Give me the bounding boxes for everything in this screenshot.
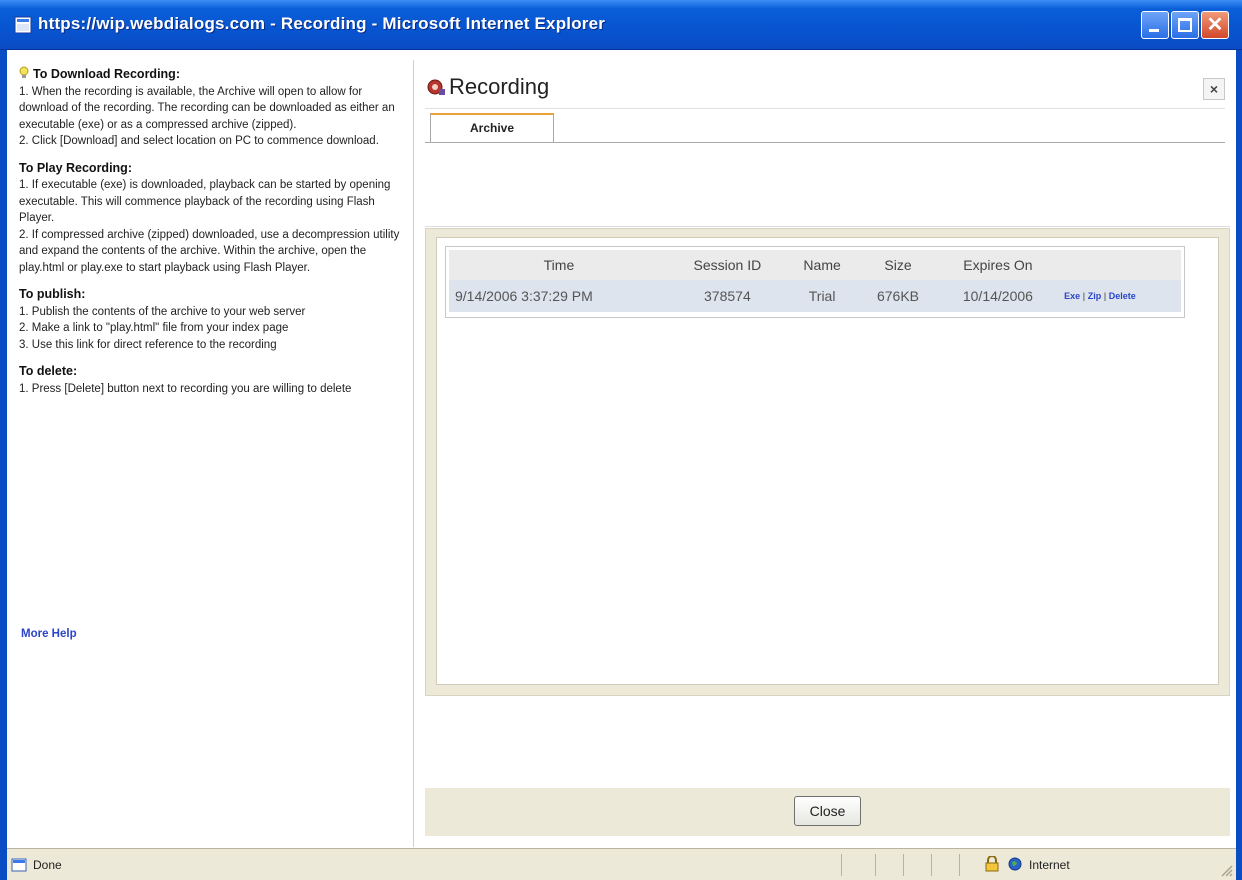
status-text: Done — [33, 858, 62, 872]
maximize-icon — [1178, 18, 1192, 32]
status-divider — [841, 854, 842, 876]
globe-icon — [1008, 857, 1022, 871]
help-section-play-title: To Play Recording: — [19, 160, 132, 175]
help-line: 3. Use this link for direct reference to… — [19, 338, 277, 351]
help-line: 2. Make a link to "play.html" file from … — [19, 322, 289, 334]
window-frame-right — [1236, 50, 1242, 880]
table-header-row: Time Session ID Name Size Expires On — [449, 250, 1181, 280]
more-help-link[interactable]: More Help — [21, 626, 77, 643]
close-button[interactable]: Close — [794, 796, 861, 826]
divider — [425, 142, 1225, 143]
help-line: 2. Click [Download] and select location … — [19, 135, 379, 147]
archive-content: Time Session ID Name Size Expires On 9/1… — [425, 228, 1230, 696]
security-zone: Internet — [1029, 858, 1070, 872]
separator: | — [1103, 291, 1107, 301]
page-icon — [11, 858, 27, 872]
resize-grip-icon[interactable] — [1219, 863, 1233, 877]
status-divider — [959, 854, 960, 876]
help-line: 1. When the recording is available, the … — [19, 85, 395, 131]
minimize-button[interactable] — [1141, 11, 1169, 39]
status-divider — [931, 854, 932, 876]
window-close-button[interactable]: ✕ — [1201, 11, 1229, 39]
column-header-name: Name — [785, 250, 859, 280]
lock-icon[interactable] — [985, 856, 999, 872]
cell-session-id: 378574 — [668, 280, 786, 312]
column-header-size: Size — [858, 250, 938, 280]
exe-link[interactable]: Exe — [1064, 291, 1080, 301]
tab-archive[interactable]: Archive — [430, 113, 554, 143]
window-frame-left — [0, 50, 7, 880]
ie-page-icon — [14, 16, 32, 34]
maximize-button[interactable] — [1171, 11, 1199, 39]
cell-actions: Exe | Zip | Delete — [1058, 280, 1181, 312]
page-title: Recording — [449, 74, 550, 99]
column-header-expires-on: Expires On — [937, 250, 1059, 280]
close-icon: ✕ — [1206, 14, 1224, 36]
status-divider — [903, 854, 904, 876]
column-header-time: Time — [449, 250, 669, 280]
recording-panel: Recording × Archive Time Session ID Name… — [415, 60, 1236, 847]
status-divider — [875, 854, 876, 876]
cell-expires-on: 10/14/2006 — [937, 280, 1059, 312]
cell-name: Trial — [785, 280, 859, 312]
cell-time: 9/14/2006 3:37:29 PM — [449, 280, 669, 312]
help-panel: To Download Recording: 1. When the recor… — [7, 60, 414, 847]
help-section-publish-title: To publish: — [19, 287, 86, 301]
lightbulb-icon — [19, 66, 29, 78]
zip-link[interactable]: Zip — [1088, 291, 1102, 301]
help-line: 1. Publish the contents of the archive t… — [19, 305, 306, 318]
separator: | — [1082, 291, 1086, 301]
table-row[interactable]: 9/14/2006 3:37:29 PM 378574 Trial 676KB … — [449, 280, 1181, 312]
window-titlebar[interactable]: https://wip.webdialogs.com - Recording -… — [0, 0, 1242, 50]
panel-close-button[interactable]: × — [1203, 78, 1225, 100]
dialog-footer: Close — [425, 788, 1230, 836]
help-section-delete-title: To delete: — [19, 364, 78, 378]
column-header-session-id: Session ID — [668, 250, 786, 280]
divider — [425, 108, 1225, 109]
recording-icon — [427, 79, 445, 95]
recordings-table: Time Session ID Name Size Expires On 9/1… — [445, 246, 1185, 318]
window-title: https://wip.webdialogs.com - Recording -… — [38, 14, 606, 33]
archive-inner: Time Session ID Name Size Expires On 9/1… — [436, 237, 1219, 685]
help-line: 1. If executable (exe) is downloaded, pl… — [19, 179, 391, 224]
help-section-download-title: To Download Recording: — [19, 66, 405, 83]
column-header-actions — [1058, 250, 1181, 280]
cell-size: 676KB — [858, 280, 938, 312]
status-bar: Done Internet — [7, 848, 1236, 880]
divider — [425, 226, 1230, 227]
minimize-icon — [1149, 29, 1159, 32]
help-line: 1. Press [Delete] button next to recordi… — [19, 382, 352, 395]
delete-link[interactable]: Delete — [1109, 291, 1136, 301]
help-line: 2. If compressed archive (zipped) downlo… — [19, 228, 400, 274]
